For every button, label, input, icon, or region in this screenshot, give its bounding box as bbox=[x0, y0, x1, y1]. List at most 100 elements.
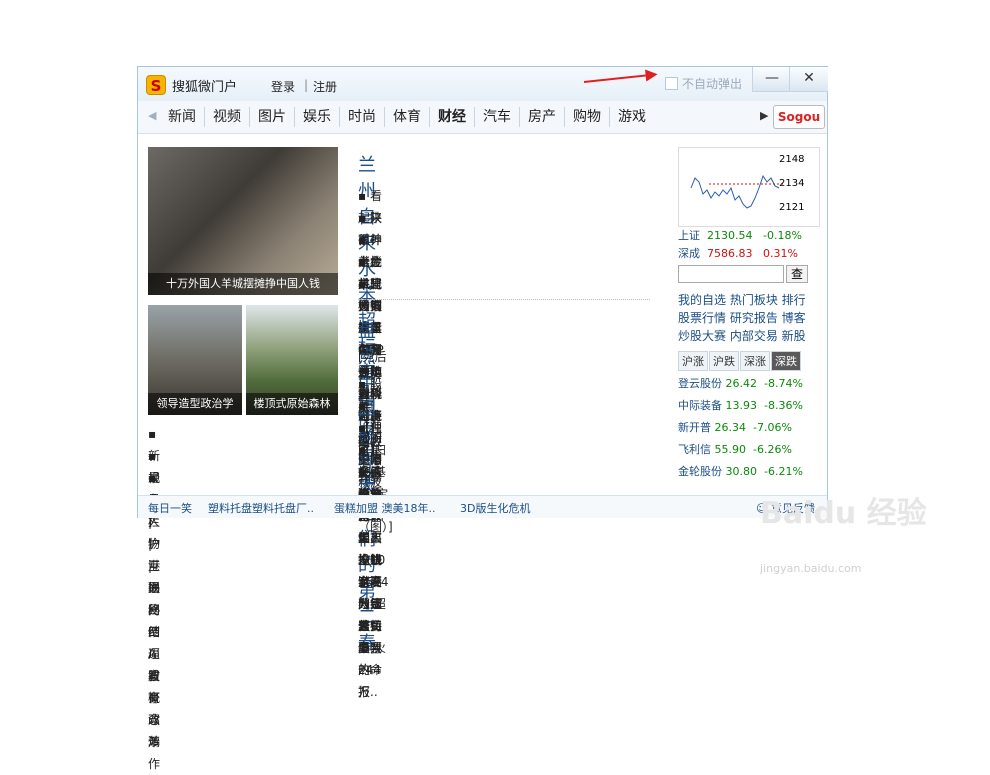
photo-leader-caption[interactable]: 领导造型政治学 bbox=[148, 393, 242, 415]
index-change: -0.18% bbox=[763, 229, 802, 242]
tab-10[interactable]: 游戏 bbox=[610, 107, 654, 127]
tab-3[interactable]: 娱乐 bbox=[295, 107, 340, 127]
chart-low-label: 2121 bbox=[779, 202, 804, 213]
category-nav: ◀ 新闻 视频 图片 娱乐 时尚 体育 财经 汽车 房产 购物 游戏 ▶ Sogou bbox=[138, 101, 827, 134]
photo-leader-style[interactable]: 领导造型政治学 bbox=[148, 305, 242, 415]
news-item[interactable]: ▪ 养老金并轨方案或年内出台 双轨制将画上句号 bbox=[358, 229, 384, 467]
auto-popup-option[interactable]: 不自动弹出 bbox=[665, 75, 742, 92]
chart-high-label: 2148 bbox=[779, 154, 804, 165]
nav-tabs: 新闻 视频 图片 娱乐 时尚 体育 财经 汽车 房产 购物 游戏 bbox=[160, 107, 654, 127]
close-button[interactable]: ✕ bbox=[789, 67, 828, 92]
title-bar: S 搜狐微门户 登录 | 注册 不自动弹出 — ✕ bbox=[138, 67, 828, 101]
divider bbox=[358, 299, 650, 300]
nav-next-icon[interactable]: ▶ bbox=[760, 109, 768, 122]
news-item[interactable]: ▪ 股票|【独家】*ST长油就该退市 投机者要为愚蠢买单 bbox=[358, 373, 389, 655]
stock-name: 新开普 bbox=[678, 421, 711, 434]
tab-6[interactable]: 财经 bbox=[430, 107, 475, 127]
stock-change: -6.26% bbox=[753, 443, 792, 456]
stock-price: 55.90 bbox=[714, 443, 747, 456]
index-mini-chart[interactable]: 2148 2134 2121 bbox=[678, 147, 820, 227]
stock-change: -6.21% bbox=[764, 465, 803, 478]
baidu-watermark: Baidu 经验 bbox=[760, 496, 927, 531]
separator: | bbox=[304, 78, 309, 92]
baidu-watermark-url: jingyan.baidu.com bbox=[760, 562, 862, 575]
stock-list: 登云股份 26.42 -8.74% 中际装备 13.93 -8.36% 新开普 26… bbox=[678, 373, 803, 483]
tab-4[interactable]: 时尚 bbox=[340, 107, 385, 127]
tab-sz-down[interactable]: 深跌 bbox=[771, 351, 801, 371]
footer-link[interactable]: 塑料托盘塑料托盘厂.. bbox=[208, 500, 314, 516]
index-row-shanghai[interactable]: 上证 2130.54 -0.18% bbox=[678, 227, 802, 245]
sohu-logo-icon: S bbox=[146, 75, 166, 95]
chart-mid-label: 2134 bbox=[779, 178, 804, 189]
market-links: 我的自选 热门板块 排行 股票行情 研究报告 博客 炒股大赛 内部交易 新股 bbox=[678, 291, 806, 345]
ranking-tabs: 沪涨 沪跌 深涨 深跌 bbox=[678, 351, 802, 371]
market-link-row[interactable]: 炒股大赛 内部交易 新股 bbox=[678, 327, 806, 345]
stock-name: 登云股份 bbox=[678, 377, 722, 390]
index-quotes: 上证 2130.54 -0.18% 深成 7586.83 0.31% bbox=[678, 227, 802, 263]
stock-name: 金轮股份 bbox=[678, 465, 722, 478]
stock-row[interactable]: 飞利信 55.90 -6.26% bbox=[678, 439, 803, 461]
footer-link[interactable]: 3D版生化危机 bbox=[460, 500, 530, 516]
news-item[interactable]: ▪ 理财|扫二维码支付宝、卡钱全没 网银差点要我的命 bbox=[358, 417, 389, 677]
tab-2[interactable]: 图片 bbox=[250, 107, 295, 127]
index-value: 2130.54 bbox=[707, 229, 753, 242]
photo-forest-caption[interactable]: 楼顶式原始森林 bbox=[246, 393, 338, 415]
tab-sh-down[interactable]: 沪跌 bbox=[709, 351, 739, 371]
tab-sh-up[interactable]: 沪涨 bbox=[678, 351, 708, 371]
stock-change: -8.74% bbox=[764, 377, 803, 390]
auto-popup-checkbox[interactable] bbox=[665, 77, 678, 90]
index-name: 深成 bbox=[678, 247, 700, 260]
stock-change: -7.06% bbox=[753, 421, 792, 434]
index-value: 7586.83 bbox=[707, 247, 753, 260]
left-link[interactable]: ▪ 新视角 | 沪港通终结A股概念炒作 bbox=[148, 423, 160, 771]
news-list-2: ▪ 股票|【独家】*ST长油就该退市 投机者要为愚蠢买单 ▪ 【独家】投资“宝宝… bbox=[358, 373, 389, 699]
footer-link[interactable]: 蛋糕加盟 澳美18年.. bbox=[334, 500, 436, 516]
tab-0[interactable]: 新闻 bbox=[160, 107, 205, 127]
news-item[interactable]: ▪ 陕西神木危机：楼市崩盘 GDP一年直降近百亿 bbox=[358, 207, 384, 445]
index-line bbox=[690, 174, 780, 209]
stock-change: -8.36% bbox=[764, 399, 803, 412]
app-title: 搜狐微门户 bbox=[172, 80, 238, 95]
stock-price: 26.42 bbox=[725, 377, 758, 390]
news-item[interactable]: ▪ 楼市限购催生黑色利益链 地税等多部门沦陷 bbox=[358, 251, 384, 467]
sohu-micro-portal-window: S 搜狐微门户 登录 | 注册 不自动弹出 — ✕ ◀ 新闻 视频 图片 娱乐 时尚 体育… bbox=[137, 66, 828, 771]
footer-bar: 每日一笑 塑料托盘塑料托盘厂.. 蛋糕加盟 澳美18年.. 3D版生化危机 ☺ … bbox=[138, 495, 827, 518]
index-name: 上证 bbox=[678, 229, 700, 242]
stock-search-input[interactable] bbox=[678, 265, 784, 283]
nav-prev-icon[interactable]: ◀ bbox=[148, 109, 156, 122]
tab-5[interactable]: 体育 bbox=[385, 107, 430, 127]
news-list-1: ▪ 看起来很美：从光大银行看港股通隐患 可能亏的更惨 ▪ 陕西神木危机：楼市崩盘… bbox=[358, 185, 384, 511]
auto-popup-label: 不自动弹出 bbox=[682, 77, 743, 91]
stock-row[interactable]: 中际装备 13.93 -8.36% bbox=[678, 395, 803, 417]
stock-name: 飞利信 bbox=[678, 443, 711, 456]
stock-row[interactable]: 新开普 26.34 -7.06% bbox=[678, 417, 803, 439]
register-link[interactable]: 注册 bbox=[313, 78, 337, 95]
minimize-button[interactable]: — bbox=[752, 67, 791, 92]
stock-search-button[interactable]: 查 bbox=[786, 265, 808, 283]
stock-name: 中际装备 bbox=[678, 399, 722, 412]
stock-row[interactable]: 登云股份 26.42 -8.74% bbox=[678, 373, 803, 395]
footer-link[interactable]: 每日一笑 bbox=[148, 500, 192, 516]
red-arrow-annotation bbox=[583, 73, 654, 83]
market-link-row[interactable]: 股票行情 研究报告 博客 bbox=[678, 309, 806, 327]
news-item[interactable]: ▪ 官员列席董事会遭炮轰：一上厕所股市就波动 bbox=[358, 273, 384, 511]
news-item[interactable]: ▪ 看起来很美：从光大银行看港股通隐患 可能亏的更惨 bbox=[358, 185, 384, 467]
login-link[interactable]: 登录 bbox=[271, 78, 295, 95]
index-row-shenzhen[interactable]: 深成 7586.83 0.31% bbox=[678, 245, 802, 263]
tab-7[interactable]: 汽车 bbox=[475, 107, 520, 127]
tab-1[interactable]: 视频 bbox=[205, 107, 250, 127]
tab-sz-up[interactable]: 深涨 bbox=[740, 351, 770, 371]
sogou-logo-button[interactable]: Sogou bbox=[773, 105, 825, 129]
main-photo-caption[interactable]: 十万外国人羊城摆摊挣中国人钱 bbox=[148, 273, 338, 295]
left-link-list: ▪ 新视角 | 沪港通终结A股概念炒作 ▪ 最专栏 | 互联网倒逼教育改革 ▪ … bbox=[148, 423, 160, 771]
index-chart-svg: 2148 2134 2121 bbox=[690, 154, 804, 213]
market-link-row[interactable]: 我的自选 热门板块 排行 bbox=[678, 291, 806, 309]
stock-row[interactable]: 金轮股份 30.80 -6.21% bbox=[678, 461, 803, 483]
stock-price: 30.80 bbox=[725, 465, 758, 478]
index-change: 0.31% bbox=[763, 247, 798, 260]
tab-9[interactable]: 购物 bbox=[565, 107, 610, 127]
tab-8[interactable]: 房产 bbox=[520, 107, 565, 127]
stock-price: 26.34 bbox=[714, 421, 747, 434]
main-photo[interactable]: 十万外国人羊城摆摊挣中国人钱 bbox=[148, 147, 338, 295]
photo-rooftop-forest[interactable]: 楼顶式原始森林 bbox=[246, 305, 338, 415]
